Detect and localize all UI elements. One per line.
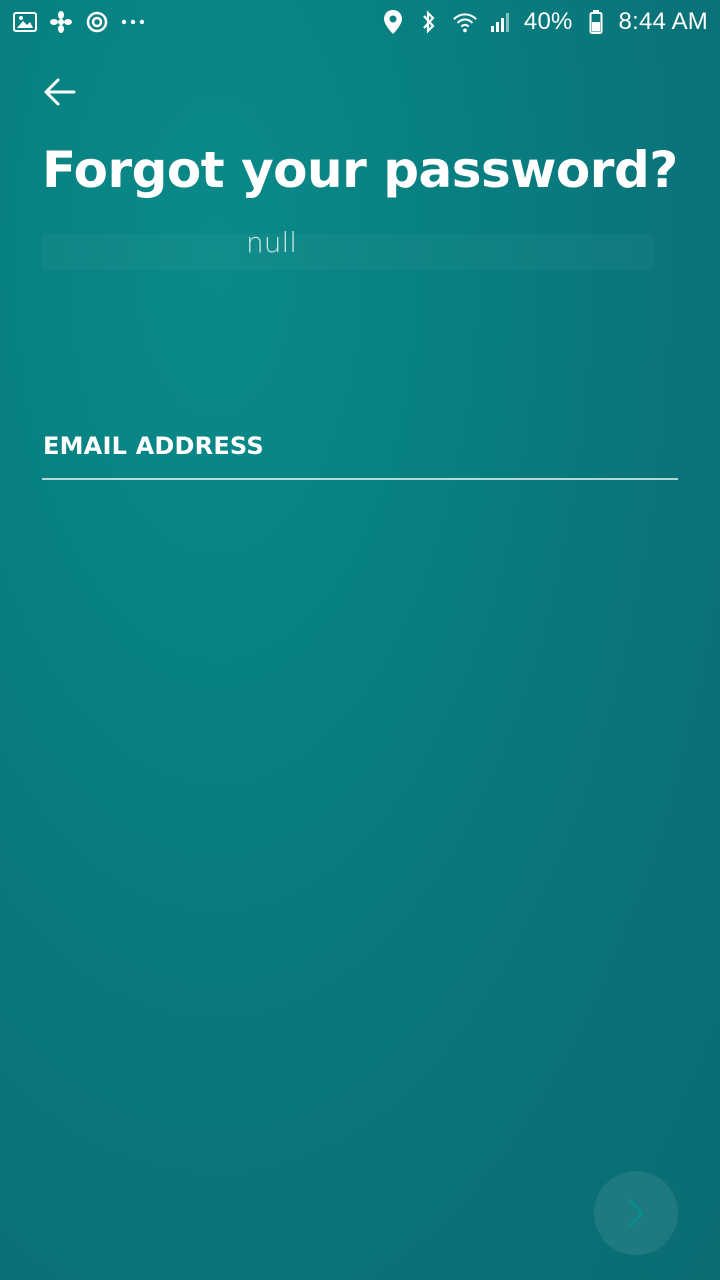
email-input[interactable] xyxy=(42,430,678,478)
status-right-icons: 40% 8:44 AM xyxy=(380,8,708,36)
chevron-right-icon xyxy=(628,1199,644,1227)
subtitle-bar xyxy=(42,234,654,270)
location-icon xyxy=(380,9,406,35)
back-button[interactable] xyxy=(34,68,86,116)
bluetooth-icon xyxy=(416,9,442,35)
email-underline xyxy=(42,478,678,480)
gallery-icon xyxy=(12,9,38,35)
page-title: Forgot your password? xyxy=(42,141,678,199)
fan-icon xyxy=(48,9,74,35)
more-icon xyxy=(120,9,146,35)
next-button[interactable] xyxy=(594,1171,678,1255)
battery-icon xyxy=(583,9,609,35)
wifi-icon xyxy=(452,9,478,35)
battery-percent: 40% xyxy=(523,8,573,35)
status-bar: 40% 8:44 AM xyxy=(0,0,720,44)
arrow-left-icon xyxy=(44,78,76,106)
subtitle-text: null xyxy=(246,226,298,259)
status-time: 8:44 AM xyxy=(618,8,708,35)
sync-icon xyxy=(84,9,110,35)
status-left-icons xyxy=(12,9,146,35)
signal-icon xyxy=(488,9,514,35)
